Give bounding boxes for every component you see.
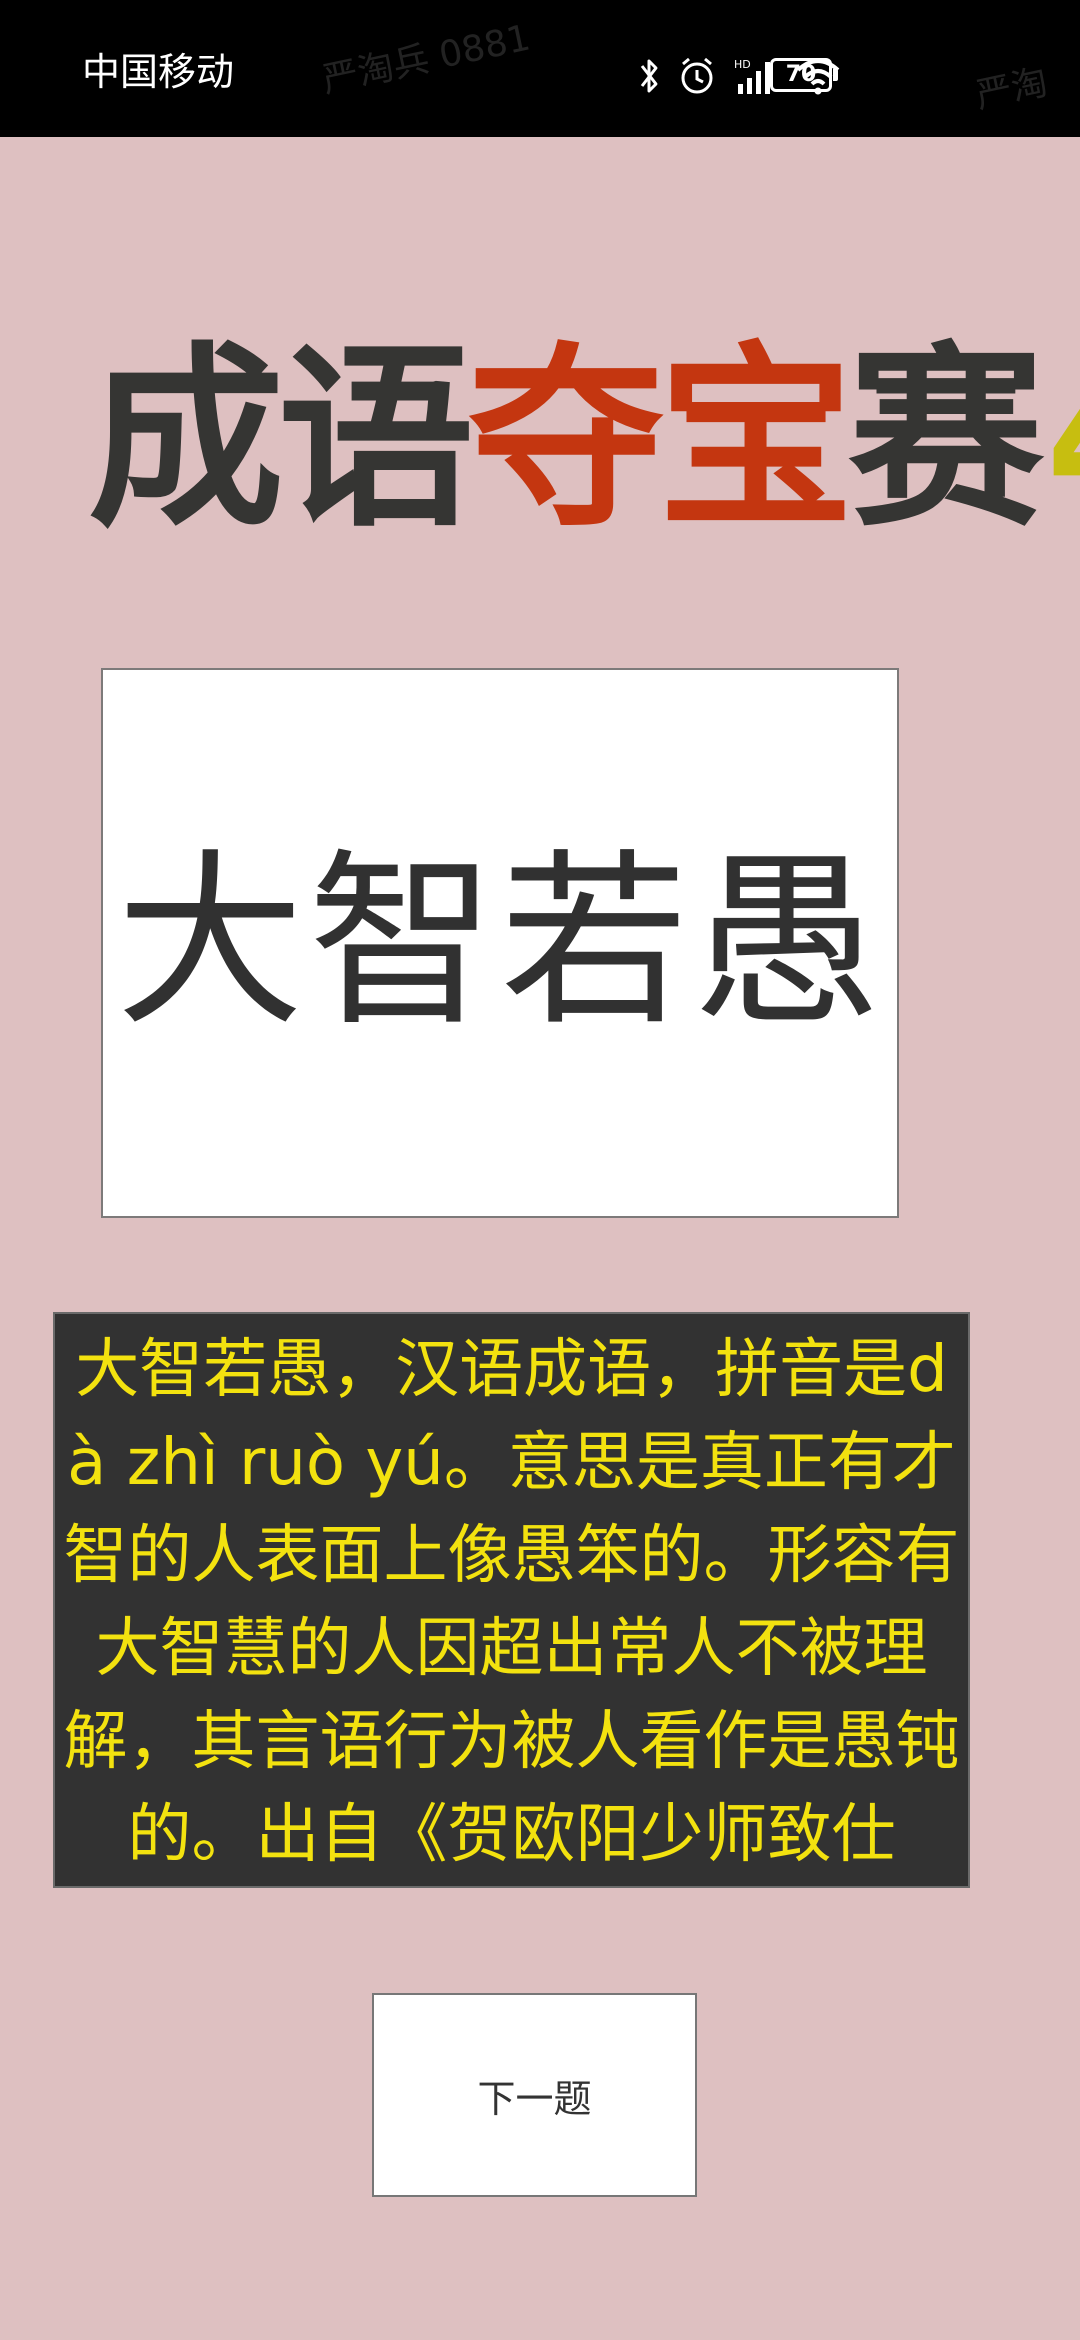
title-part-duobao: 夺宝 (468, 326, 854, 554)
next-question-button[interactable]: 下一题 (372, 1993, 697, 2197)
bluetooth-icon (638, 56, 660, 96)
page-title: 成语 夺宝 赛 4 (88, 320, 1080, 560)
idiom-card: 大智若愚 (101, 668, 899, 1218)
alarm-icon (678, 56, 716, 96)
title-part-sai: 赛 (848, 326, 1044, 554)
app-screen: 中国移动 严淘兵 0881 严淘 HD 70 成语 夺宝 赛 大智若愚 大智若愚… (0, 0, 1080, 2340)
svg-text:HD: HD (734, 58, 751, 71)
title-part-chengyu: 成语 (88, 326, 474, 554)
watermark: 严淘兵 0881 (318, 17, 534, 102)
status-bar: 中国移动 严淘兵 0881 严淘 HD 70 (0, 0, 1080, 137)
idiom-text: 大智若愚 (116, 833, 884, 1052)
title-level-number: 4 (1046, 340, 1080, 540)
watermark-right: 严淘 (972, 61, 1052, 117)
carrier-label: 中国移动 (82, 50, 235, 94)
battery-icon: 70 (770, 58, 838, 92)
idiom-explanation: 大智若愚，汉语成语，拼音是dà zhì ruò yú。意思是真正有才智的人表面上… (53, 1312, 970, 1888)
